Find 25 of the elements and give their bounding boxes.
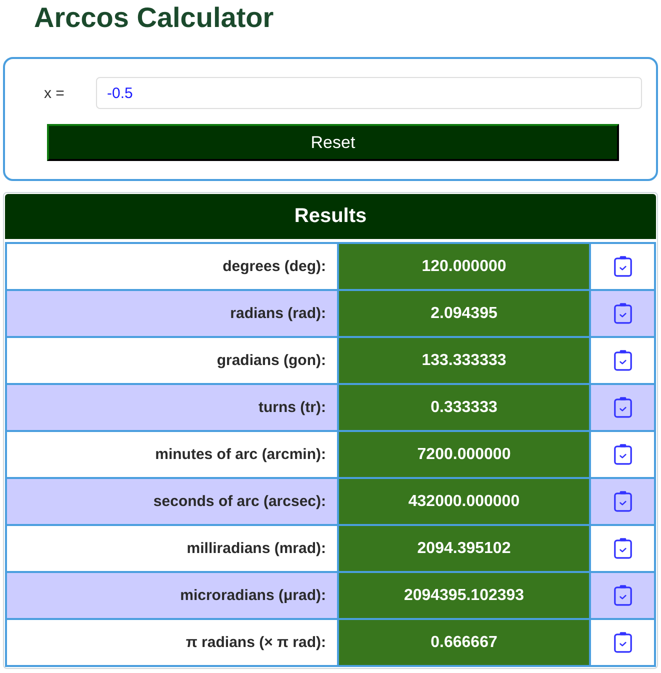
clipboard-icon[interactable] — [614, 303, 632, 324]
clipboard-icon[interactable] — [614, 397, 632, 418]
clipboard-icon[interactable] — [614, 256, 632, 277]
clipboard-icon[interactable] — [614, 491, 632, 512]
unit-label-cell: degrees (deg): — [6, 243, 338, 290]
input-label: x = — [44, 84, 66, 102]
result-value-cell: 2.094395 — [338, 290, 590, 337]
result-value-cell: 133.333333 — [338, 337, 590, 384]
result-value-cell: 2094.395102 — [338, 525, 590, 572]
page-title: Arccos Calculator — [33, 1, 275, 35]
results-header: Results — [5, 194, 656, 239]
clipboard-icon[interactable] — [614, 444, 632, 465]
result-value-cell: 0.333333 — [338, 384, 590, 431]
clipboard-icon[interactable] — [614, 538, 632, 559]
result-value-cell: 120.000000 — [338, 243, 590, 290]
input-field[interactable]: -0.5 — [96, 77, 642, 109]
clipboard-icon[interactable] — [614, 350, 632, 371]
result-value-cell: 0.666667 — [338, 619, 590, 666]
result-value-cell: 7200.000000 — [338, 431, 590, 478]
result-value-cell: 2094395.102393 — [338, 572, 590, 619]
clipboard-icon[interactable] — [614, 585, 632, 606]
reset-button[interactable]: Reset — [47, 124, 619, 161]
clipboard-icon[interactable] — [614, 632, 632, 653]
unit-label-cell: π radians (× π rad): — [6, 619, 338, 666]
result-value-cell: 432000.000000 — [338, 478, 590, 525]
